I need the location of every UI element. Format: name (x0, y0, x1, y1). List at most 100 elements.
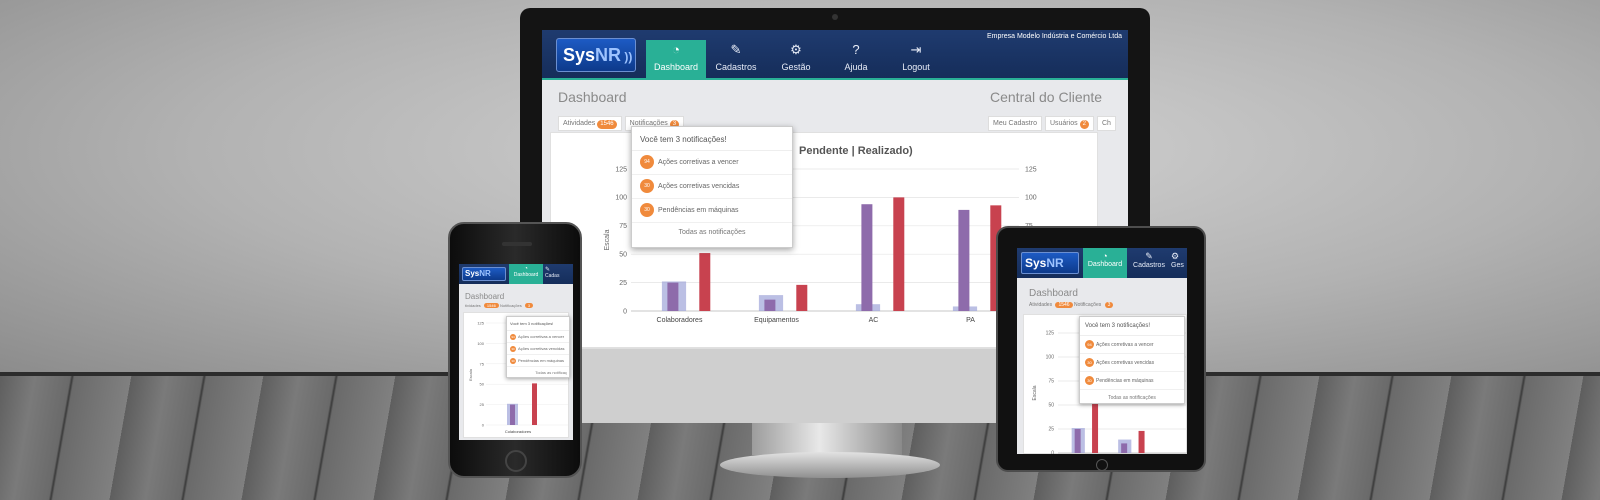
count-badge: 1546 (483, 303, 499, 308)
nav-dashboard[interactable]: ◔ Dashboard (1083, 248, 1127, 278)
nav-label: Gestão (781, 62, 811, 72)
nav-cadastros[interactable]: ✎ Cadastros (706, 40, 766, 78)
page-title: Dashboard (558, 89, 627, 105)
notification-item[interactable]: 30 Pendências em máquinas (1080, 372, 1184, 390)
dashboard-gauge-icon: ◔ (672, 42, 680, 57)
home-button[interactable] (1096, 459, 1108, 471)
notifications-dropdown: Você tem 3 notificações! 94 Ações correti… (506, 316, 570, 378)
y-tick-label: 100 (1046, 355, 1055, 361)
tab-atividades[interactable]: tividades (465, 303, 481, 308)
nav-ajuda[interactable]: ? Ajuda (826, 40, 886, 78)
all-notifications-link[interactable]: Todas as notificaç (507, 367, 569, 375)
count-badge: 2 (1079, 120, 1089, 129)
chart-title: Pendente | Realizado) (799, 145, 913, 157)
tab-label: Meu Cadastro (993, 120, 1037, 127)
nav-cadastros[interactable]: ✎ Cadastros (1129, 248, 1169, 278)
edit-icon: ✎ (545, 267, 551, 273)
all-notifications-link[interactable]: Todas as notificações (632, 223, 792, 236)
nav-gestao[interactable]: ⚙ Gestão (766, 40, 826, 78)
x-tick-label: PA (966, 317, 975, 324)
notifications-header: Você tem 3 notificações! (632, 127, 792, 151)
phone-navbar: SysNR ◔ Dashboard ✎ Cadas (459, 264, 573, 284)
all-notifications-link[interactable]: Todas as notificações (1080, 390, 1184, 401)
notification-item[interactable]: 94 Ações corretivas a vencer (1080, 336, 1184, 354)
x-tick-label: Equipamentos (754, 317, 799, 324)
bar-pendente (764, 299, 776, 311)
sysnr-logo[interactable]: SysNR (1021, 252, 1079, 274)
notification-label: Ações corretivas a vencer (518, 334, 565, 339)
notification-item[interactable]: 30 Ações corretivas vencidas (507, 343, 569, 355)
bar-pendente (1121, 443, 1128, 453)
bar-realizado (1092, 404, 1099, 453)
y-tick-label: 100 (477, 341, 484, 346)
tab-notificacoes[interactable]: Notificações (500, 303, 522, 308)
y-tick-label: 25 (619, 280, 627, 287)
sysnr-logo[interactable]: SysNR (462, 267, 506, 281)
nav-logout[interactable]: ⇥ Logout (886, 40, 946, 78)
notification-item[interactable]: 30 Pendências em máquinas (632, 199, 792, 223)
y-axis-label: Escala (468, 368, 473, 381)
nav-dashboard[interactable]: ◔ Dashboard (646, 40, 706, 78)
dashboard-gauge-icon: ◔ (1102, 251, 1108, 261)
count-badge: 3 (1104, 302, 1114, 308)
tab-meu-cadastro[interactable]: Meu Cadastro (988, 116, 1042, 131)
activity-tabs: Atividades 1546 Notificações 3 (1029, 302, 1114, 308)
tablet-navbar: SysNR ◔ Dashboard ✎ Cadastros ⚙ Ges (1017, 248, 1187, 278)
tab-usuarios[interactable]: Usuários 2 (1044, 116, 1094, 131)
tab-cut[interactable]: Ch (1096, 116, 1116, 131)
y-tick-label: 125 (615, 166, 627, 173)
count-badge: 1546 (1055, 302, 1073, 308)
y-axis-label: Escala (1032, 385, 1038, 400)
notification-label: Pendências em máquinas (1096, 378, 1154, 384)
y-tick-label: 25 (1048, 427, 1054, 433)
nav-cadastros[interactable]: ✎ Cadas (545, 264, 573, 284)
x-tick-label: AC (869, 317, 879, 324)
home-button[interactable] (505, 450, 527, 472)
logout-icon: ⇥ (910, 42, 922, 57)
notification-count: 30 (510, 345, 516, 352)
nav-label: Logout (902, 62, 930, 72)
notification-item[interactable]: 30 Ações corretivas vencidas (1080, 354, 1184, 372)
notification-item[interactable]: 30 Ações corretivas vencidas (632, 175, 792, 199)
y-tick-label: 50 (480, 382, 485, 387)
notifications-dropdown: Você tem 3 notificações! 94 Ações correti… (631, 126, 793, 248)
logo-text-sys: Sys (1025, 256, 1047, 270)
notification-count: 30 (640, 203, 654, 218)
phone-screen: SysNR ◔ Dashboard ✎ Cadas Dashboard tivida… (459, 264, 573, 440)
tab-notificacoes[interactable]: Notificações (1074, 302, 1101, 308)
nav-label: Dashboard (513, 272, 539, 278)
notification-item[interactable]: 30 Pendências em máquinas (507, 355, 569, 367)
y-tick-label: 50 (1048, 403, 1054, 409)
help-icon: ? (852, 42, 860, 57)
y-tick-label-right: 125 (1025, 166, 1037, 173)
tab-atividades[interactable]: Atividades (1029, 302, 1052, 308)
nav-label: Dashboard (1087, 261, 1123, 268)
logo-text-sys: Sys (465, 269, 480, 278)
notification-label: Ações corretivas a vencer (658, 159, 739, 166)
y-tick-label: 75 (1048, 379, 1054, 385)
tab-atividades[interactable]: Atividades 1546 (558, 116, 622, 131)
y-axis-label: Escala (604, 229, 611, 250)
page-title: Dashboard (1029, 288, 1078, 299)
logo-text-nr: NR (595, 45, 622, 65)
y-tick-label: 125 (477, 321, 484, 326)
logo-text-nr: NR (479, 269, 491, 278)
nav-dashboard[interactable]: ◔ Dashboard (509, 264, 543, 284)
notification-item[interactable]: 94 Ações corretivas a vencer (632, 151, 792, 175)
tab-label: Ch (1101, 120, 1111, 127)
sysnr-logo[interactable]: SysNR )) (556, 38, 636, 72)
notification-item[interactable]: 94 Ações corretivas a vencer (507, 331, 569, 343)
speaker-grille (502, 242, 532, 246)
y-tick-label: 75 (619, 223, 627, 230)
nav-label: Cadastros (1133, 262, 1165, 269)
bar-realizado (796, 284, 808, 311)
phone-content: Dashboard tividades 1546 Notificações 3 … (459, 284, 573, 440)
tablet: SysNR ◔ Dashboard ✎ Cadastros ⚙ Ges Dashboa… (996, 226, 1206, 472)
page-title: Dashboard (465, 292, 505, 301)
camera-icon (832, 14, 838, 20)
y-tick-label: 50 (619, 252, 627, 259)
notification-label: Ações corretivas vencidas (518, 346, 565, 351)
tab-label: Atividades (563, 120, 596, 127)
y-tick-label: 0 (623, 308, 627, 315)
nav-gestao[interactable]: ⚙ Ges (1171, 248, 1187, 278)
